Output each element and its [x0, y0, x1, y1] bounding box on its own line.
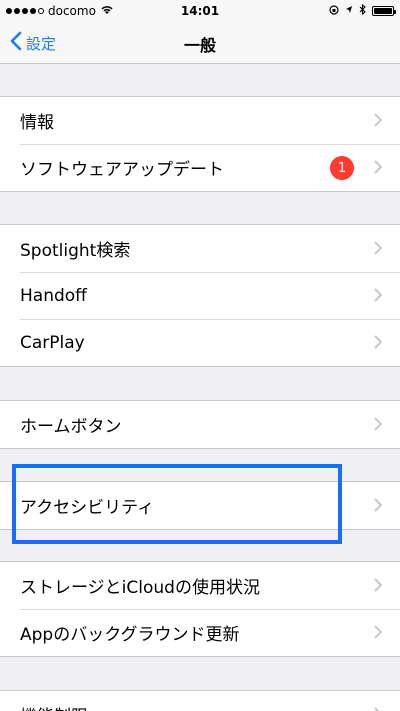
chevron-right-icon	[374, 286, 383, 307]
row-label: Spotlight検索	[20, 241, 131, 261]
page-title: 一般	[183, 36, 216, 55]
row-label: 機能制限	[20, 702, 88, 711]
orientation-lock-icon	[329, 4, 339, 18]
row-label: ホームボタン	[20, 417, 122, 437]
row-label: ソフトウェアアップデート	[20, 160, 224, 180]
settings-group-info: 情報 ソフトウェアアップデート 1	[0, 96, 400, 192]
chevron-right-icon	[374, 158, 383, 179]
update-badge: 1	[330, 156, 354, 180]
chevron-right-icon	[374, 576, 383, 597]
location-icon	[345, 4, 353, 18]
row-spotlight[interactable]: Spotlight検索	[0, 225, 400, 272]
chevron-right-icon	[374, 415, 383, 436]
row-label: CarPlay	[20, 332, 85, 353]
chevron-right-icon	[374, 111, 383, 132]
status-bar: docomo 14:01	[0, 0, 400, 22]
row-home-button[interactable]: ホームボタン	[0, 401, 400, 448]
row-restrictions[interactable]: 機能制限	[0, 691, 400, 711]
row-about[interactable]: 情報	[0, 97, 400, 144]
battery-icon	[372, 6, 396, 16]
row-storage-icloud[interactable]: ストレージとiCloudの使用状況	[0, 562, 400, 609]
bluetooth-icon	[359, 3, 366, 18]
row-background-refresh[interactable]: Appのバックグラウンド更新	[0, 609, 400, 656]
settings-group-home: ホームボタン	[0, 400, 400, 449]
navigation-bar: 設定 一般	[0, 22, 400, 64]
row-label: Handoff	[20, 285, 87, 306]
settings-group-search: Spotlight検索 Handoff CarPlay	[0, 224, 400, 367]
chevron-right-icon	[374, 496, 383, 517]
row-software-update[interactable]: ソフトウェアアップデート 1	[0, 144, 400, 191]
settings-group-restrictions: 機能制限	[0, 690, 400, 711]
row-label: ストレージとiCloudの使用状況	[20, 578, 260, 598]
row-label: Appのバックグラウンド更新	[20, 625, 240, 645]
chevron-right-icon	[374, 239, 383, 260]
chevron-right-icon	[374, 705, 382, 711]
chevron-right-icon	[374, 623, 383, 644]
row-carplay[interactable]: CarPlay	[0, 319, 400, 366]
chevron-right-icon	[374, 333, 383, 354]
row-label: 情報	[20, 113, 54, 133]
row-handoff[interactable]: Handoff	[0, 272, 400, 319]
settings-group-storage: ストレージとiCloudの使用状況 Appのバックグラウンド更新	[0, 561, 400, 657]
status-right	[329, 3, 396, 18]
highlight-box	[12, 464, 342, 544]
